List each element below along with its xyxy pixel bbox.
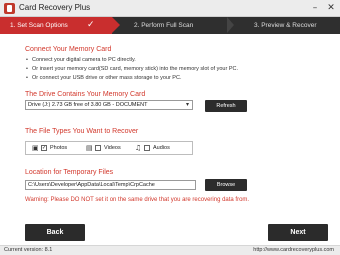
step-arrow-icon (112, 17, 120, 33)
video-icon: ▤ (86, 144, 93, 152)
drive-title: The Drive Contains Your Memory Card (25, 91, 146, 98)
step-label: 2. Perform Full Scan (134, 22, 194, 29)
temp-title: Location for Temporary Files (25, 169, 114, 176)
file-types-title: The File Types You Want to Recover (25, 128, 139, 135)
back-button[interactable]: Back (25, 224, 85, 241)
videos-label: Videos (104, 145, 121, 151)
version-text: Current version: 8.1 (4, 247, 53, 253)
app-logo-icon (4, 3, 15, 14)
drive-select-value: Drive (J:) 2.73 GB free of 3.80 GB - DOC… (28, 102, 148, 108)
videos-checkbox[interactable] (95, 145, 101, 151)
photos-checkbox[interactable]: ✓ (41, 145, 47, 151)
status-bar: Current version: 8.1 http://www.cardreco… (0, 245, 340, 255)
drive-select[interactable]: Drive (J:) 2.73 GB free of 3.80 GB - DOC… (25, 100, 193, 110)
step-set-scan-options: 1. Set Scan Options ✓ (0, 17, 112, 34)
wizard-steps: 1. Set Scan Options ✓ 2. Perform Full Sc… (0, 17, 340, 34)
photo-icon: ▣ (32, 144, 39, 152)
connect-bullet: Connect your digital camera to PC direct… (26, 57, 136, 63)
next-button[interactable]: Next (268, 224, 328, 241)
step-preview-recover: 3. Preview & Recover (254, 17, 317, 34)
website-link[interactable]: http://www.cardrecoveryplus.com (253, 247, 334, 253)
step-divider-icon (227, 17, 234, 33)
step-label: 1. Set Scan Options (10, 22, 68, 29)
title-bar: Card Recovery Plus – ✕ (0, 0, 340, 17)
connect-bullet: Or connect your USB drive or other mass … (26, 75, 182, 81)
connect-title: Connect Your Memory Card (25, 46, 112, 53)
step-label: 3. Preview & Recover (254, 22, 317, 29)
audios-checkbox[interactable] (144, 145, 150, 151)
audio-icon: ♫ (135, 144, 142, 152)
warning-text: Warning: Please DO NOT set it on the sam… (25, 197, 250, 203)
refresh-button[interactable]: Refresh (205, 100, 247, 112)
chevron-down-icon[interactable]: ▾ (183, 101, 192, 109)
close-icon[interactable]: ✕ (325, 2, 337, 14)
audios-label: Audios (153, 145, 170, 151)
window-title: Card Recovery Plus (19, 3, 91, 12)
step-perform-full-scan: 2. Perform Full Scan (134, 17, 193, 34)
photos-label: Photos (50, 145, 68, 151)
minimize-icon[interactable]: – (309, 2, 321, 14)
connect-bullet: Or insert your memory card(SD card, memo… (26, 66, 238, 72)
checkmark-icon: ✓ (87, 20, 95, 30)
temp-path-input[interactable]: C:\Users\Developer\AppData\Local\Temp\Cr… (25, 180, 196, 190)
browse-button[interactable]: Browse (205, 179, 247, 191)
file-types-group: ▣ ✓ Photos ▤ Videos ♫ Audios (25, 141, 193, 155)
